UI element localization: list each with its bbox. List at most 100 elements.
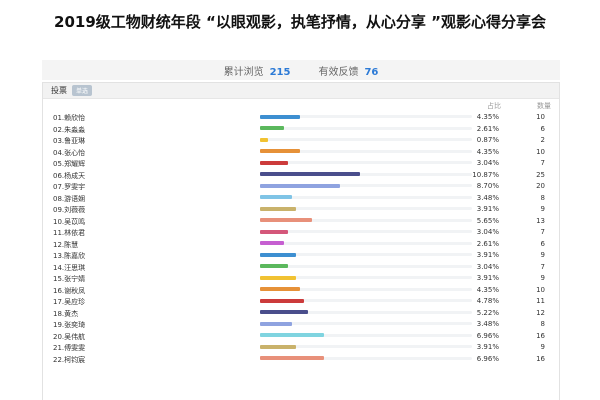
candidate-name: 06.杨成天: [53, 171, 86, 180]
feedback-value: 76: [364, 66, 379, 78]
progress-track: [260, 344, 472, 349]
vote-percent: 3.04%: [476, 262, 499, 271]
candidate-name: 15.张宁婧: [53, 275, 86, 283]
vote-count: 16: [536, 354, 545, 363]
progress-track: [260, 195, 472, 199]
candidate-name: 01.赖欣怡: [53, 114, 86, 122]
vote-percent: 3.04%: [476, 159, 499, 167]
result-row: 01.赖欣怡 4.35% 10: [43, 111, 559, 123]
progress-track: [260, 172, 472, 176]
progress-fill: [260, 298, 305, 303]
vote-count: 6: [540, 239, 545, 248]
progress-fill: [260, 252, 297, 257]
progress-fill: [260, 218, 313, 222]
vote-count: 10: [536, 147, 545, 156]
result-row: 09.刘薇薇 3.91% 9: [43, 203, 559, 215]
progress-fill: [260, 160, 289, 165]
vote-percent: 0.87%: [476, 136, 499, 144]
vote-count: 9: [540, 251, 545, 259]
result-row: 02.朱淼淼 2.61% 6: [43, 123, 559, 135]
progress-track: [260, 298, 472, 303]
column-header: 占比 数量: [43, 99, 559, 111]
vote-count: 13: [536, 216, 545, 225]
progress-fill: [260, 310, 309, 314]
candidate-name: 18.黄杰: [53, 309, 79, 318]
vote-percent: 2.61%: [476, 239, 499, 248]
vote-percent: 3.91%: [476, 343, 499, 351]
vote-percent: 4.35%: [476, 147, 499, 156]
progress-track: [260, 321, 472, 326]
candidate-name: 14.汪思琪: [53, 263, 86, 272]
vote-percent: 3.91%: [476, 251, 499, 259]
panel-header: 投票 单选: [43, 83, 559, 99]
candidate-name: 17.吴应珍: [53, 298, 86, 306]
candidate-name: 21.傅雯雯: [53, 344, 86, 352]
candidate-name: 11.林依君: [53, 229, 86, 237]
progress-fill: [260, 126, 285, 130]
vote-count: 9: [540, 274, 545, 282]
vote-count: 7: [540, 159, 545, 167]
progress-track: [260, 264, 472, 268]
result-row: 07.罗雯宇 8.70% 20: [43, 180, 559, 192]
vote-count: 11: [536, 297, 545, 305]
vote-percent: 3.91%: [476, 205, 499, 213]
candidate-name: 16.谢秋凤: [53, 286, 86, 295]
candidate-name: 05.郑耀辉: [53, 160, 86, 168]
candidate-name: 12.陈慧: [53, 240, 79, 249]
result-row: 20.吴伟航 6.96% 16: [43, 330, 559, 342]
vote-count: 12: [536, 308, 545, 317]
vote-count: 10: [536, 285, 545, 294]
vote-count: 10: [536, 113, 545, 121]
vote-percent: 6.96%: [476, 331, 499, 340]
progress-track: [260, 149, 472, 153]
vote-count: 6: [540, 124, 545, 133]
progress-track: [260, 137, 472, 142]
feedback-stat: 有效反馈 76: [318, 63, 378, 78]
vote-count: 7: [540, 228, 545, 236]
progress-track: [260, 310, 472, 314]
candidate-name: 22.柯钧宸: [53, 355, 86, 364]
candidate-name: 04.张心怡: [53, 148, 86, 157]
progress-fill: [260, 149, 301, 153]
result-row: 04.张心怡 4.35% 10: [43, 146, 559, 158]
progress-track: [260, 126, 472, 130]
result-row: 08.游语娴 3.48% 8: [43, 192, 559, 204]
progress-track: [260, 275, 472, 280]
progress-fill: [260, 137, 269, 142]
candidate-name: 07.罗雯宇: [53, 183, 86, 191]
vote-percent: 3.48%: [476, 320, 499, 328]
result-row: 18.黄杰 5.22% 12: [43, 307, 559, 319]
vote-count: 16: [536, 331, 545, 340]
progress-track: [260, 229, 472, 234]
result-row: 03.鲁亚琳 0.87% 2: [43, 134, 559, 146]
vote-percent: 10.87%: [472, 170, 499, 179]
progress-fill: [260, 206, 297, 211]
progress-track: [260, 356, 472, 360]
vote-results-panel: 投票 单选 占比 数量 01.赖欣怡 4.35% 10 02.朱淼淼 2.61% 6 03.…: [42, 82, 560, 400]
progress-track: [260, 333, 472, 337]
views-label: 累计浏览: [223, 66, 264, 78]
vote-percent: 4.78%: [476, 297, 499, 305]
vote-percent: 3.91%: [476, 274, 499, 282]
progress-fill: [260, 241, 285, 245]
progress-track: [260, 114, 472, 119]
vote-count: 8: [540, 320, 545, 328]
progress-fill: [260, 183, 341, 188]
candidate-name: 13.陈嘉欣: [53, 252, 86, 260]
result-row: 13.陈嘉欣 3.91% 9: [43, 249, 559, 261]
candidate-name: 20.吴伟航: [53, 332, 86, 341]
count-column-header: 数量: [537, 102, 551, 110]
result-row: 22.柯钧宸 6.96% 16: [43, 353, 559, 365]
candidate-name: 10.吴苡鸣: [53, 217, 86, 226]
progress-track: [260, 218, 472, 222]
progress-fill: [260, 356, 325, 360]
progress-track: [260, 241, 472, 245]
views-value: 215: [269, 66, 291, 78]
stats-bar: 累计浏览 215 有效反馈 76: [42, 60, 560, 80]
progress-fill: [260, 321, 293, 326]
feedback-label: 有效反馈: [318, 66, 359, 78]
vote-count: 20: [536, 182, 545, 190]
progress-fill: [260, 275, 297, 280]
vote-count: 7: [540, 262, 545, 271]
progress-track: [260, 160, 472, 165]
